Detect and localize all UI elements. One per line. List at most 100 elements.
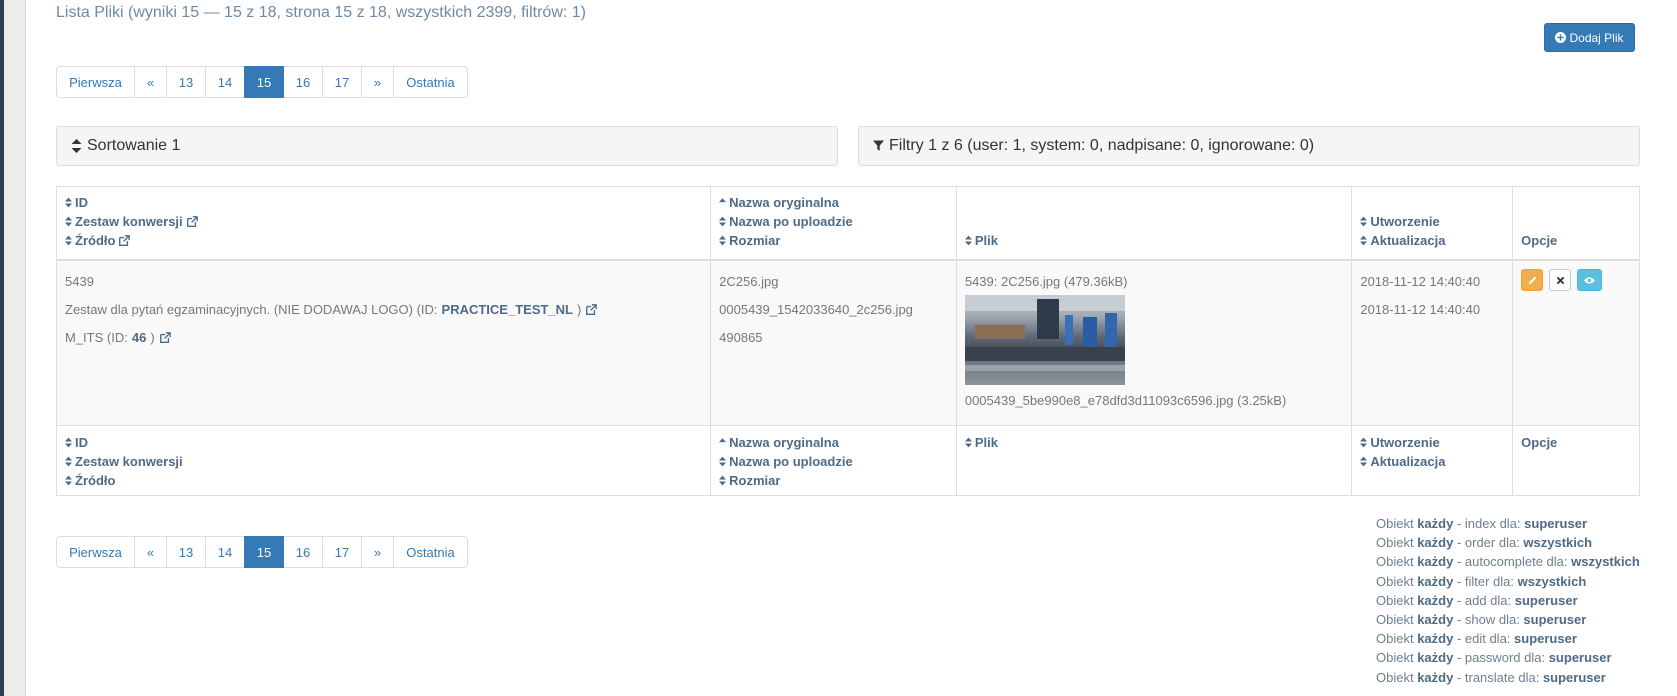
sort-asc-icon xyxy=(719,198,727,203)
header-plik[interactable]: Plik xyxy=(964,231,998,250)
pagination-bottom: Pierwsza « 13 14 15 16 17 » Ostatnia xyxy=(56,536,468,568)
footer-nazwa-oryginalna[interactable]: Nazwa oryginalna xyxy=(719,433,853,452)
sort-icon xyxy=(719,475,727,486)
header-zrodlo[interactable]: Źródło xyxy=(65,231,198,250)
footer-plik[interactable]: Plik xyxy=(964,433,998,452)
header-rozmiar[interactable]: Rozmiar xyxy=(719,231,853,250)
filter-icon xyxy=(873,140,884,151)
view-button[interactable] xyxy=(1577,269,1603,291)
external-link-icon[interactable] xyxy=(118,234,131,247)
sort-icon xyxy=(719,456,727,467)
eye-icon xyxy=(1584,276,1596,284)
row-zrodlo: M_ITS (ID: 46) xyxy=(65,328,597,347)
page-title: Lista Pliki (wyniki 15 — 15 z 18, strona… xyxy=(56,4,586,21)
file-thumbnail[interactable] xyxy=(964,295,1125,385)
footer-zrodlo[interactable]: Źródło xyxy=(65,471,183,490)
filters-panel[interactable]: Filtry 1 z 6 (user: 1, system: 0, nadpis… xyxy=(858,126,1640,166)
sort-icon xyxy=(65,475,72,486)
permission-line: Obiekt każdy - edit dla: superuser xyxy=(1376,631,1577,647)
zrodlo-id: 46 xyxy=(131,330,147,345)
row-nazwa-po-uploadzie: 0005439_1542033640_2c256.jpg xyxy=(719,302,913,317)
sort-icon xyxy=(65,235,72,246)
page-13[interactable]: 13 xyxy=(166,66,206,98)
header-utworzenie[interactable]: Utworzenie xyxy=(1360,212,1445,231)
permission-line: Obiekt każdy - add dla: superuser xyxy=(1376,592,1578,608)
external-link-icon[interactable] xyxy=(186,215,198,228)
page-16[interactable]: 16 xyxy=(283,66,323,98)
sidebar-edge xyxy=(4,0,26,696)
page-last[interactable]: Ostatnia xyxy=(393,536,468,568)
add-file-button[interactable]: Dodaj Plik xyxy=(1544,23,1635,52)
row-plik-caption: 5439: 2C256.jpg (479.36kB) xyxy=(964,274,1128,289)
sort-icon xyxy=(1360,437,1368,448)
page-17[interactable]: 17 xyxy=(322,536,362,568)
footer-aktualizacja[interactable]: Aktualizacja xyxy=(1360,452,1446,471)
footer-utworzenie[interactable]: Utworzenie xyxy=(1360,433,1445,452)
row-id: 5439 xyxy=(65,274,94,289)
sort-icon xyxy=(71,139,82,153)
page-14[interactable]: 14 xyxy=(205,536,245,568)
external-link-icon[interactable] xyxy=(585,303,598,316)
page-first[interactable]: Pierwsza xyxy=(56,536,135,568)
sort-icon xyxy=(1360,235,1368,246)
sort-icon xyxy=(964,437,972,448)
page-17[interactable]: 17 xyxy=(322,66,362,98)
page-15-active[interactable]: 15 xyxy=(244,66,284,98)
footer-id[interactable]: ID xyxy=(65,433,183,452)
permissions-list: Obiekt każdy - index dla: superuser Obie… xyxy=(1376,516,1640,689)
pencil-icon xyxy=(1528,276,1537,284)
footer-zestaw[interactable]: Zestaw konwersji xyxy=(65,452,183,471)
row-nazwa-oryginalna: 2C256.jpg xyxy=(719,274,779,289)
page-15-active[interactable]: 15 xyxy=(244,536,284,568)
permission-line: Obiekt każdy - index dla: superuser xyxy=(1376,516,1588,531)
edit-button[interactable] xyxy=(1521,269,1544,291)
header-nazwa-oryginalna[interactable]: Nazwa oryginalna xyxy=(719,193,853,212)
page-prev[interactable]: « xyxy=(134,536,167,568)
zestaw-id: PRACTICE_TEST_NL xyxy=(441,302,573,317)
row-utworzenie: 2018-11-12 14:40:40 xyxy=(1360,274,1481,289)
sort-icon xyxy=(719,216,727,227)
page-first[interactable]: Pierwsza xyxy=(56,66,135,98)
row-zestaw: Zestaw dla pytań egzaminacyjnych. (NIE D… xyxy=(65,300,598,319)
sorting-panel[interactable]: Sortowanie 1 xyxy=(56,126,838,166)
sort-icon xyxy=(1360,216,1368,227)
page-next[interactable]: » xyxy=(361,66,394,98)
permission-line: Obiekt każdy - password dla: superuser xyxy=(1376,650,1612,666)
header-nazwa-po-uploadzie[interactable]: Nazwa po uploadzie xyxy=(719,212,853,231)
footer-nazwa-po-uploadzie[interactable]: Nazwa po uploadzie xyxy=(719,452,853,471)
permission-line: Obiekt każdy - translate dla: superuser xyxy=(1376,669,1606,685)
delete-button[interactable] xyxy=(1549,269,1572,291)
header-opcje: Opcje xyxy=(1521,233,1558,248)
header-zestaw[interactable]: Zestaw konwersji xyxy=(65,212,198,231)
pagination-top: Pierwsza « 13 14 15 16 17 » Ostatnia xyxy=(56,66,468,98)
sorting-label: Sortowanie 1 xyxy=(87,137,181,154)
page-16[interactable]: 16 xyxy=(283,536,323,568)
sort-icon xyxy=(1360,456,1368,467)
row-plik-thumb-name: 0005439_5be990e8_e78dfd3d11093c6596.jpg … xyxy=(964,393,1287,408)
sort-icon xyxy=(65,197,72,208)
header-aktualizacja[interactable]: Aktualizacja xyxy=(1360,231,1446,250)
permission-line: Obiekt każdy - autocomplete dla: wszystk… xyxy=(1376,554,1640,570)
close-icon xyxy=(1556,276,1564,284)
page-last[interactable]: Ostatnia xyxy=(393,66,468,98)
sort-icon xyxy=(65,456,72,467)
page-prev[interactable]: « xyxy=(134,66,167,98)
permission-line: Obiekt każdy - filter dla: wszystkich xyxy=(1376,573,1587,589)
page-14[interactable]: 14 xyxy=(205,66,245,98)
header-id[interactable]: ID xyxy=(65,193,198,212)
row-aktualizacja: 2018-11-12 14:40:40 xyxy=(1360,302,1481,317)
page-13[interactable]: 13 xyxy=(166,536,206,568)
sort-icon xyxy=(65,216,72,227)
files-table: ID Zestaw konwersji Źródło Nazwa orygina… xyxy=(56,186,1640,496)
footer-rozmiar[interactable]: Rozmiar xyxy=(719,471,853,490)
permission-line: Obiekt każdy - order dla: wszystkich xyxy=(1376,535,1593,551)
table-footer-row: ID Zestaw konwersji Źródło Nazwa orygina… xyxy=(57,426,1639,495)
filters-label: Filtry 1 z 6 (user: 1, system: 0, nadpis… xyxy=(889,137,1315,154)
external-link-icon[interactable] xyxy=(159,331,171,344)
permission-line: Obiekt każdy - show dla: superuser xyxy=(1376,611,1587,627)
plus-circle-icon xyxy=(1555,32,1567,43)
sort-icon xyxy=(65,437,72,448)
table-header-row: ID Zestaw konwersji Źródło Nazwa orygina… xyxy=(57,187,1639,261)
page-next[interactable]: » xyxy=(361,536,394,568)
add-file-label: Dodaj Plik xyxy=(1569,30,1624,45)
